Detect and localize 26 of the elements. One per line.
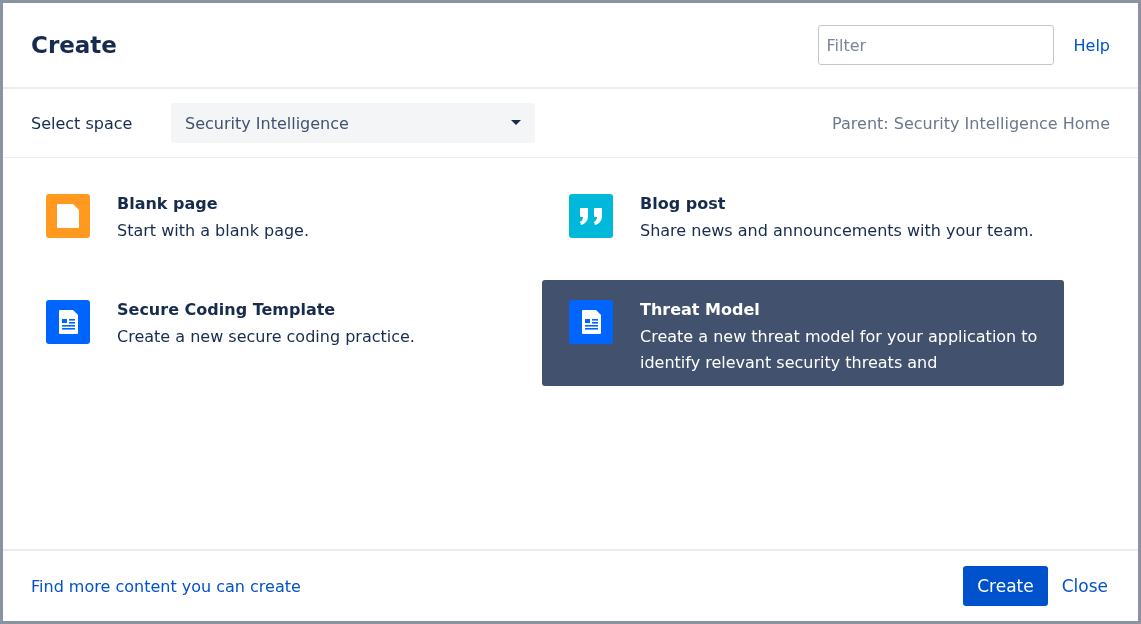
close-button[interactable]: Close: [1059, 576, 1110, 596]
dialog-title: Create: [31, 32, 118, 58]
caret-icon: [511, 120, 521, 126]
template-item[interactable]: Blog post Share news and announcements with your team.: [542, 174, 1064, 280]
template-description: Start with a blank page.: [117, 220, 310, 242]
space-dropdown[interactable]: Security Intelligence: [171, 103, 535, 143]
template-item[interactable]: Threat Model Create a new threat model for your application to identify relevant security threats and: [542, 280, 1064, 386]
filter-field[interactable]: Filter: [817, 25, 1054, 65]
document-icon: [46, 300, 90, 344]
template-description: Share news and announcements with your team.: [640, 220, 1034, 242]
blank-page-icon: [46, 194, 90, 238]
template-title: Secure Coding Template: [117, 300, 337, 319]
create-button[interactable]: Create: [963, 566, 1048, 606]
template-item[interactable]: Blank page Start with a blank page.: [19, 174, 541, 280]
template-title: Blog post: [640, 194, 727, 213]
find-more-content-link[interactable]: Find more content you can create: [31, 576, 301, 596]
template-title: Blank page: [117, 194, 219, 213]
template-item[interactable]: Secure Coding Template Create a new secure coding practice.: [19, 280, 541, 386]
template-title: Threat Model: [640, 300, 761, 319]
quote-icon: [569, 194, 613, 238]
document-icon: [569, 300, 613, 344]
select-space-label: Select space: [31, 113, 134, 133]
template-description: Create a new secure coding practice.: [117, 326, 415, 348]
help-link[interactable]: Help: [1073, 35, 1110, 55]
parent-page-label: Parent: Security Intelligence Home: [832, 113, 1110, 133]
template-description: Create a new threat model for your application to identify relevant security threats and: [640, 326, 1039, 374]
